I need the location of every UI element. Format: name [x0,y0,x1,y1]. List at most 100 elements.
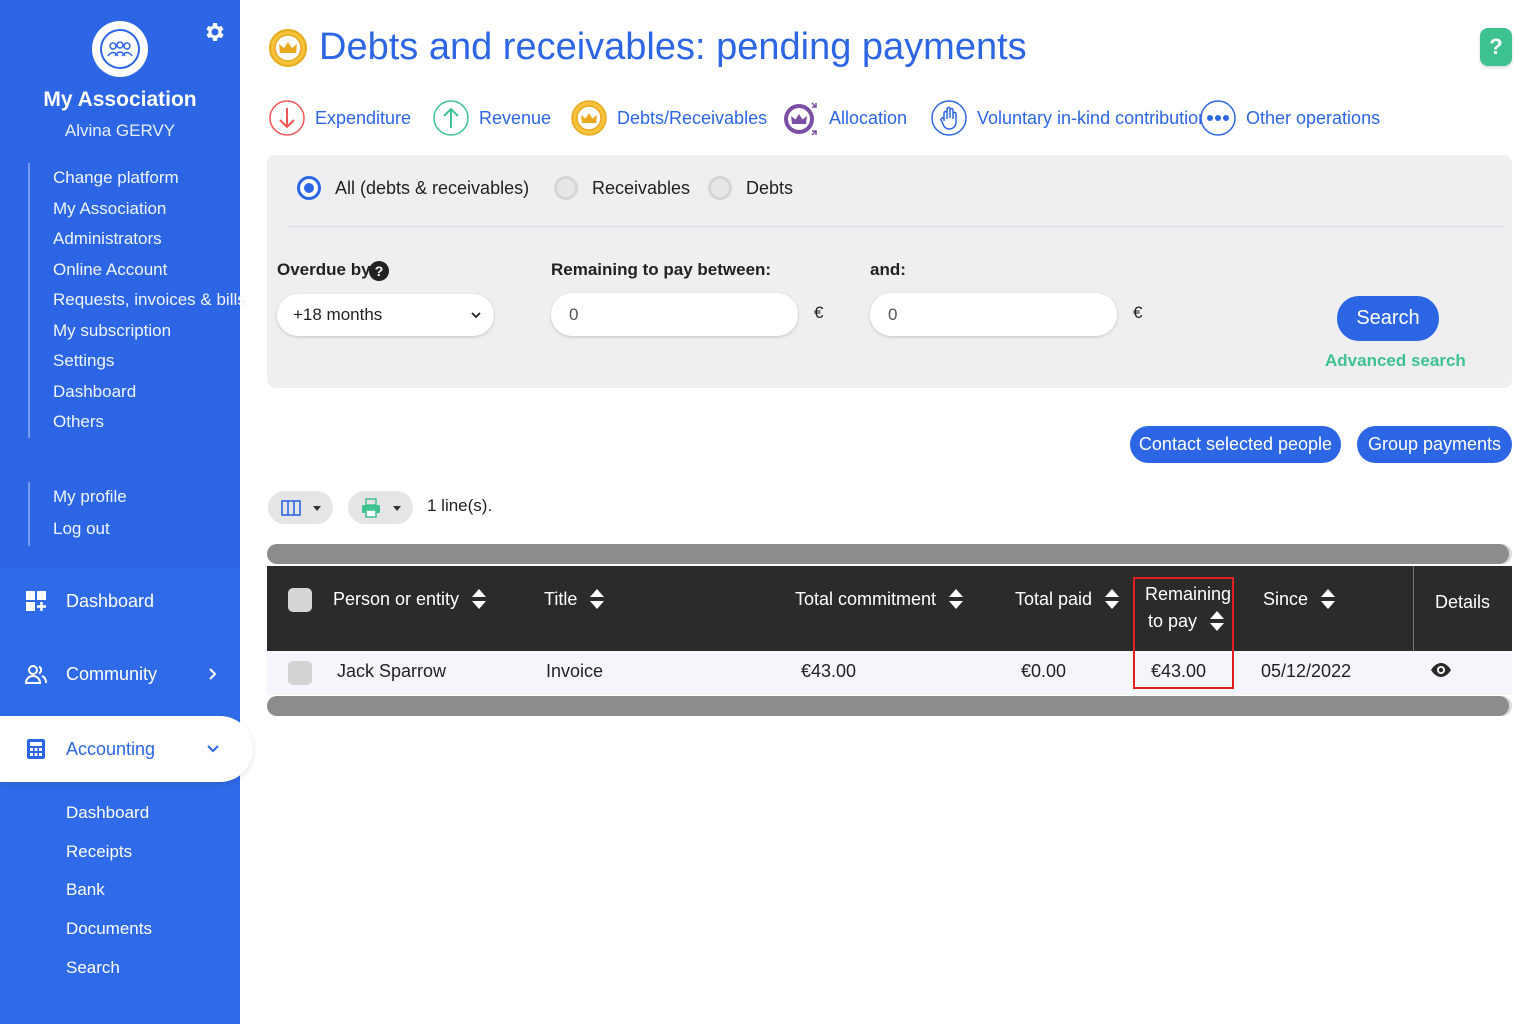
sidebar-item-my-profile[interactable]: My profile [53,482,127,514]
select-all-checkbox[interactable] [288,588,312,612]
radio-debts[interactable]: Debts [708,174,793,202]
chevron-down-icon [471,312,481,319]
hand-icon [931,100,967,136]
op-other-link[interactable]: Other operations [1199,96,1380,140]
columns-button[interactable] [268,491,333,524]
op-other-label: Other operations [1246,107,1381,128]
op-revenue-label: Revenue [479,107,552,128]
table-scrollbar-bottom[interactable] [267,696,1512,716]
arrow-down-icon [269,100,305,136]
sidebar-item-change-platform[interactable]: Change platform [53,163,246,194]
account-menu: My profile Log out [28,482,127,546]
help-button[interactable]: ? [1480,28,1512,66]
sidebar-item-my-association[interactable]: My Association [53,194,246,225]
more-dots-icon [1200,100,1236,136]
sidebar-item-log-out[interactable]: Log out [53,514,127,546]
caret-down-icon [313,505,321,511]
nav-community[interactable]: Community [0,641,240,707]
column-header-title[interactable]: Title [544,588,605,610]
sort-icon [590,589,605,609]
cell-total-commitment: €43.00 [801,661,857,681]
page-title: Debts and receivables: pending payments [319,26,1027,68]
radio-all[interactable]: All (debts & receivables) [297,174,529,202]
sort-icon [949,589,964,609]
sort-icon [472,589,487,609]
accounting-documents-link[interactable]: Documents [66,912,152,951]
export-button[interactable] [348,491,413,524]
accounting-dashboard-link[interactable]: Dashboard [66,796,152,835]
lines-count: 1 line(s). [427,496,493,515]
column-header-details: Details [1435,592,1490,613]
column-title-label: Title [544,588,578,609]
overdue-select[interactable]: +18 months [277,294,494,336]
remaining-max-input[interactable]: 0 [870,293,1117,336]
column-total-commitment-label: Total commitment [795,588,937,609]
group-payments-button[interactable]: Group payments [1357,426,1512,463]
sidebar-item-subscription[interactable]: My subscription [53,316,246,347]
crown-coin-icon [571,100,607,136]
accounting-search-link[interactable]: Search [66,951,152,990]
sort-icon [1321,589,1336,609]
filter-divider [288,226,1504,227]
eye-icon[interactable] [1430,661,1452,679]
overdue-select-value: +18 months [293,305,383,324]
column-header-since[interactable]: Since [1263,588,1336,610]
sidebar-item-others[interactable]: Others [53,407,246,438]
overdue-label: Overdue by [277,260,371,279]
column-header-person[interactable]: Person or entity [333,588,487,610]
radio-selected-indicator [297,176,321,200]
radio-indicator [554,176,578,200]
sidebar: My Association Alvina GERVY Change platf… [0,0,253,1024]
search-button[interactable]: Search [1337,296,1439,341]
question-icon[interactable]: ? [369,261,389,281]
remaining-min-input[interactable]: 0 [551,293,798,336]
radio-indicator [708,176,732,200]
op-in-kind-label: Voluntary in-kind contribution [977,107,1209,128]
op-in-kind-link[interactable]: Voluntary in-kind contribution [930,96,1208,140]
accounting-receipts-link[interactable]: Receipts [66,835,152,874]
nav-accounting[interactable]: Accounting [0,716,253,782]
association-logo[interactable] [92,21,148,77]
nav-dashboard-label: Dashboard [66,590,155,611]
nav-accounting-label: Accounting [66,738,156,759]
table-scrollbar-top[interactable] [267,544,1512,564]
arrow-up-icon [433,100,469,136]
op-expenditure-label: Expenditure [315,107,412,128]
radio-receivables[interactable]: Receivables [554,174,690,202]
sidebar-item-online-account[interactable]: Online Account [53,255,246,286]
accounting-bank-link[interactable]: Bank [66,873,152,912]
column-total-paid-label: Total paid [1015,588,1093,609]
nav-dashboard[interactable]: Dashboard [0,568,240,634]
chevron-right-icon [209,668,217,680]
allocation-icon [784,102,817,136]
currency-label: € [814,303,824,322]
column-divider [1413,566,1414,651]
sidebar-menu: Change platform My Association Administr… [28,163,246,438]
row-checkbox[interactable] [288,661,312,685]
column-details-label: Details [1435,592,1491,612]
sidebar-item-requests[interactable]: Requests, invoices & bills [53,285,246,316]
sidebar-item-administrators[interactable]: Administrators [53,224,246,255]
advanced-search-link[interactable]: Advanced search [1325,351,1466,371]
radio-receivables-label: Receivables [592,177,691,198]
contact-selected-button[interactable]: Contact selected people [1130,426,1341,463]
association-name: My Association [43,88,197,111]
op-debts-receivables-link[interactable]: Debts/Receivables [570,96,767,140]
column-header-total-commitment[interactable]: Total commitment [795,588,964,610]
scrollbar-thumb[interactable] [267,696,1509,716]
op-allocation-link[interactable]: Allocation [782,96,907,140]
scrollbar-thumb[interactable] [267,544,1509,564]
and-label: and: [870,260,906,279]
cell-person: Jack Sparrow [337,661,447,681]
radio-all-label: All (debts & receivables) [335,177,530,198]
sidebar-item-dashboard[interactable]: Dashboard [53,377,246,408]
op-expenditure-link[interactable]: Expenditure [268,96,411,140]
cell-title: Invoice [546,661,604,681]
currency-label: € [1133,303,1143,322]
gear-icon[interactable] [202,20,226,44]
column-header-total-paid[interactable]: Total paid [1015,588,1120,610]
sidebar-item-settings[interactable]: Settings [53,346,246,377]
op-revenue-link[interactable]: Revenue [432,96,551,140]
chevron-down-icon [207,745,219,753]
print-icon [362,497,380,518]
